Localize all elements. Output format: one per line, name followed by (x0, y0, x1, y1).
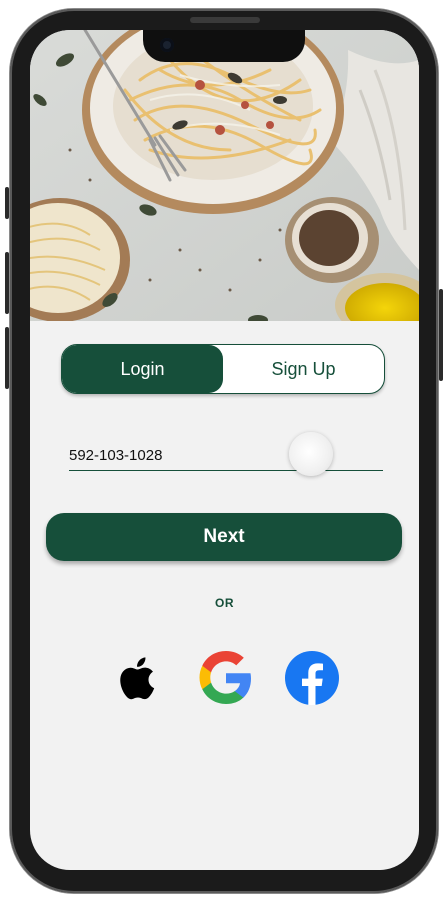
hero-food-image (30, 30, 419, 321)
app-screen: Login Sign Up Next OR (30, 30, 419, 870)
touch-indicator (289, 432, 333, 476)
mute-switch (5, 187, 9, 219)
apple-icon[interactable] (110, 650, 166, 706)
speaker-grille (190, 17, 260, 23)
power-button (439, 289, 443, 381)
volume-down-button (5, 327, 9, 389)
volume-up-button (5, 252, 9, 314)
tab-login[interactable]: Login (62, 345, 223, 393)
auth-tabs: Login Sign Up (61, 344, 385, 394)
next-button[interactable]: Next (46, 513, 402, 561)
tab-signup[interactable]: Sign Up (223, 345, 384, 393)
or-divider: OR (215, 596, 234, 610)
facebook-icon[interactable] (284, 650, 340, 706)
phone-number-input[interactable] (69, 440, 383, 471)
front-camera (160, 38, 174, 52)
google-icon[interactable] (198, 650, 254, 706)
